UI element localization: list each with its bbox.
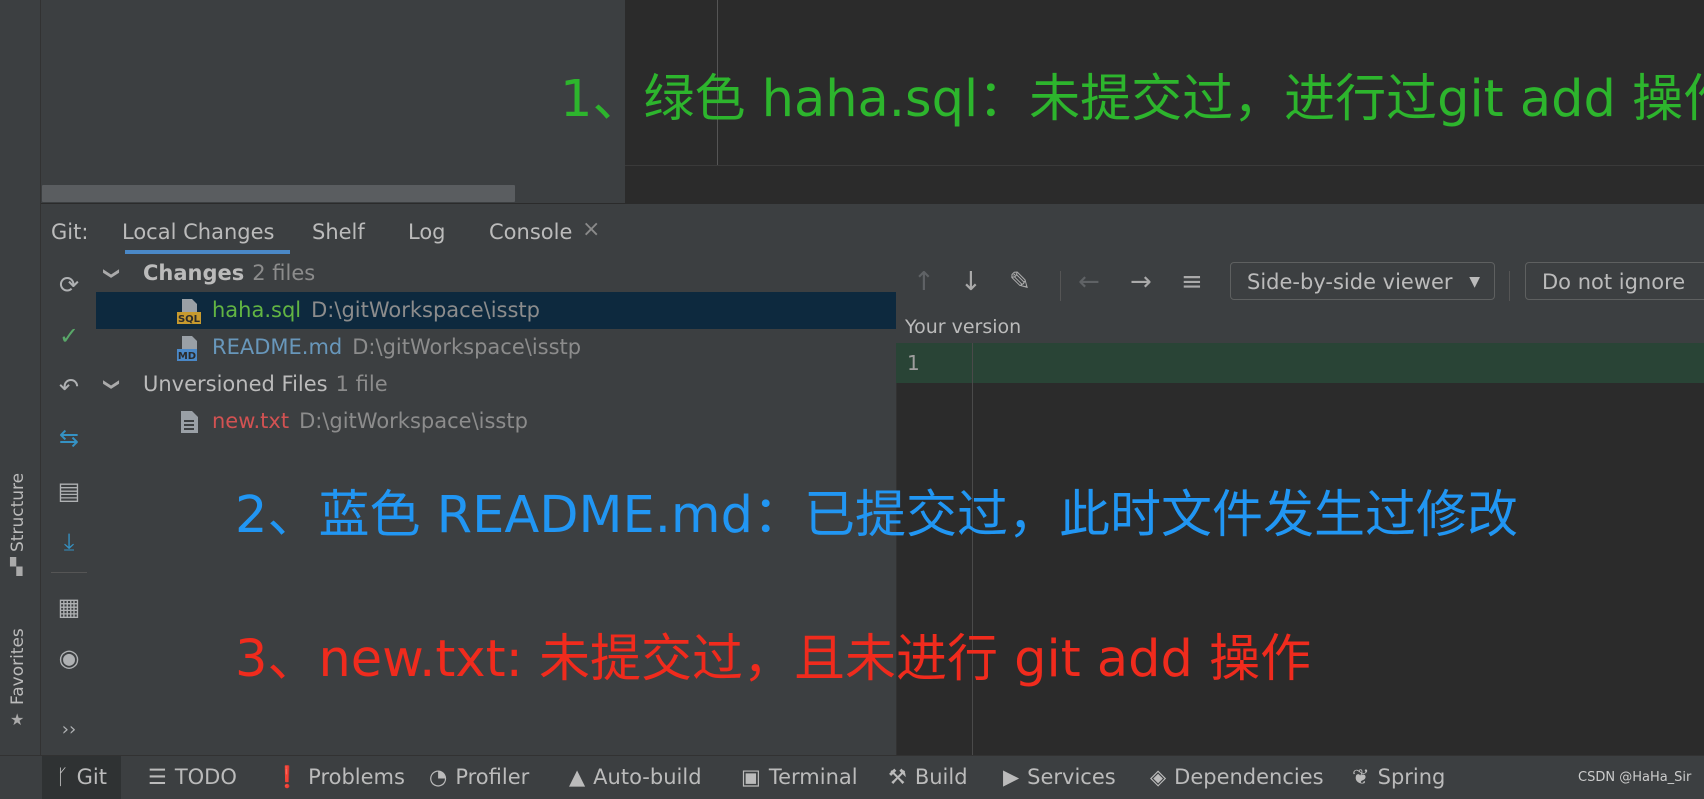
forward-arrow-icon[interactable]: → bbox=[1130, 267, 1152, 297]
viewer-mode-dropdown[interactable]: Side-by-side viewer ▼ bbox=[1230, 262, 1495, 300]
rollback-icon[interactable]: ↶ bbox=[54, 372, 84, 402]
git-prefix-label: Git: bbox=[51, 220, 89, 244]
diff-toolbar: ↑ ↓ ✎ ← → ≡ Side-by-side viewer ▼ Do not… bbox=[896, 255, 1704, 312]
group-by-icon[interactable]: ▦ bbox=[54, 592, 84, 622]
sql-file-icon: SQL bbox=[177, 299, 201, 324]
unversioned-group-label: Unversioned Files 1 file bbox=[143, 372, 388, 396]
file-name-haha-sql: haha.sql D:\gitWorkspace\isstp bbox=[212, 298, 540, 322]
play-icon: ▶ bbox=[1003, 765, 1020, 789]
spring-leaf-icon: ❦ bbox=[1352, 765, 1370, 789]
terminal-icon: ▣ bbox=[741, 765, 761, 789]
changes-group-row[interactable]: ❯ Changes 2 files bbox=[96, 255, 896, 292]
file-path: D:\gitWorkspace\isstp bbox=[299, 409, 528, 433]
close-icon[interactable]: × bbox=[582, 217, 600, 242]
markdown-file-icon: MD bbox=[177, 336, 197, 361]
problems-tool-button[interactable]: ❗ Problems bbox=[274, 756, 405, 799]
version-header: Your version bbox=[896, 311, 1704, 343]
list-item-readme-md[interactable]: MD README.md D:\gitWorkspace\isstp bbox=[96, 329, 896, 366]
git-tool-button[interactable]: ᚴ Git bbox=[42, 756, 121, 799]
todo-tool-button[interactable]: ☰ TODO bbox=[148, 756, 237, 799]
editor-lower-area bbox=[625, 165, 1704, 204]
structure-tab[interactable]: Structure bbox=[8, 473, 28, 552]
file-path: D:\gitWorkspace\isstp bbox=[352, 335, 582, 359]
tab-shelf[interactable]: Shelf bbox=[312, 220, 365, 244]
refresh-icon[interactable]: ⟳ bbox=[54, 270, 84, 300]
tab-log[interactable]: Log bbox=[408, 220, 446, 244]
auto-build-tool-button[interactable]: ▲ Auto-build bbox=[569, 756, 702, 799]
services-tool-button[interactable]: ▶ Services bbox=[1003, 756, 1116, 799]
profiler-icon: ◔ bbox=[429, 765, 448, 789]
settings-menu-icon[interactable]: ≡ bbox=[1181, 267, 1203, 297]
watermark: CSDN @HaHa_Sir bbox=[1578, 770, 1692, 785]
file-name-new-txt: new.txt D:\gitWorkspace\isstp bbox=[212, 409, 528, 433]
annotation-green: 1、绿色 haha.sql：未提交过，进行过git add 操作 bbox=[560, 70, 1704, 129]
structure-icon: ▚ bbox=[10, 557, 23, 576]
git-tool-window-header: Git: Local Changes Shelf Log Console × bbox=[41, 203, 1704, 256]
svg-text:SQL: SQL bbox=[178, 314, 201, 324]
view-options-icon[interactable]: ◉ bbox=[54, 643, 84, 673]
layers-icon: ◈ bbox=[1150, 765, 1167, 789]
changes-action-toolbar: ⟳ ✓ ↶ ⇆ ▤ ⤓ ▦ ◉ ›› bbox=[41, 255, 97, 755]
warning-triangle-icon: ▲ bbox=[569, 765, 586, 789]
toolbar-separator bbox=[1509, 271, 1510, 301]
viewer-mode-value: Side-by-side viewer bbox=[1247, 270, 1453, 294]
unversioned-group-count: 1 file bbox=[335, 372, 388, 396]
hammer-icon: ⚒ bbox=[888, 765, 907, 789]
list-icon: ☰ bbox=[148, 765, 167, 789]
shelve-icon[interactable]: ▤ bbox=[54, 476, 84, 506]
update-icon[interactable]: ⤓ bbox=[54, 527, 84, 557]
chevron-down-icon: ▼ bbox=[1469, 274, 1480, 290]
gutter-separator bbox=[972, 343, 973, 755]
changes-group-count: 2 files bbox=[252, 261, 316, 285]
line-number: 1 bbox=[907, 351, 920, 375]
your-version-label: Your version bbox=[905, 316, 1022, 338]
back-arrow-icon[interactable]: ← bbox=[1078, 267, 1100, 297]
ignore-mode-value: Do not ignore bbox=[1542, 270, 1686, 294]
build-tool-button[interactable]: ⚒ Build bbox=[888, 756, 968, 799]
text-file-icon bbox=[181, 411, 198, 433]
annotation-blue: 2、蓝色 README.md：已提交过，此时文件发生过修改 bbox=[235, 486, 1518, 545]
list-item-haha-sql[interactable]: SQL haha.sql D:\gitWorkspace\isstp bbox=[96, 292, 896, 329]
file-path: D:\gitWorkspace\isstp bbox=[311, 298, 540, 322]
file-name-readme-md: README.md D:\gitWorkspace\isstp bbox=[212, 335, 582, 359]
tab-local-changes[interactable]: Local Changes bbox=[122, 220, 274, 244]
horizontal-scrollbar[interactable] bbox=[42, 185, 515, 202]
svg-text:MD: MD bbox=[178, 351, 196, 361]
chevron-down-icon[interactable]: ❯ bbox=[94, 378, 131, 391]
toolbar-separator bbox=[1060, 271, 1061, 301]
git-branch-icon: ᚴ bbox=[56, 765, 69, 789]
previous-difference-icon[interactable]: ↑ bbox=[913, 267, 935, 297]
next-difference-icon[interactable]: ↓ bbox=[960, 267, 982, 297]
added-line-highlight bbox=[896, 343, 1704, 383]
dependencies-tool-button[interactable]: ◈ Dependencies bbox=[1150, 756, 1324, 799]
toolbar-divider bbox=[51, 572, 87, 573]
left-tool-strip: Structure ▚ Favorites ★ bbox=[0, 0, 41, 798]
tab-console[interactable]: Console bbox=[489, 220, 572, 244]
active-tab-indicator bbox=[125, 250, 290, 254]
bottom-tool-bar: ᚴ Git ☰ TODO ❗ Problems ◔ Profiler ▲ Auto-bui… bbox=[0, 755, 1704, 799]
changes-group-label: Changes 2 files bbox=[143, 261, 316, 285]
star-icon: ★ bbox=[10, 710, 25, 729]
annotation-red: 3、new.txt: 未提交过，且未进行 git add 操作 bbox=[235, 630, 1312, 689]
list-item-new-txt[interactable]: new.txt D:\gitWorkspace\isstp bbox=[96, 403, 896, 440]
commit-icon[interactable]: ✓ bbox=[54, 321, 84, 351]
edit-source-icon[interactable]: ✎ bbox=[1009, 267, 1031, 297]
expand-more-icon[interactable]: ›› bbox=[54, 715, 84, 745]
merge-icon[interactable]: ⇆ bbox=[54, 423, 84, 453]
warning-circle-icon: ❗ bbox=[274, 765, 301, 789]
terminal-tool-button[interactable]: ▣ Terminal bbox=[741, 756, 858, 799]
unversioned-group-row[interactable]: ❯ Unversioned Files 1 file bbox=[96, 366, 896, 403]
chevron-down-icon[interactable]: ❯ bbox=[94, 267, 131, 280]
profiler-tool-button[interactable]: ◔ Profiler bbox=[429, 756, 529, 799]
ignore-whitespace-dropdown[interactable]: Do not ignore bbox=[1525, 262, 1704, 300]
favorites-tab[interactable]: Favorites bbox=[8, 628, 28, 705]
project-pane bbox=[41, 0, 625, 203]
spring-tool-button[interactable]: ❦ Spring bbox=[1352, 756, 1445, 799]
